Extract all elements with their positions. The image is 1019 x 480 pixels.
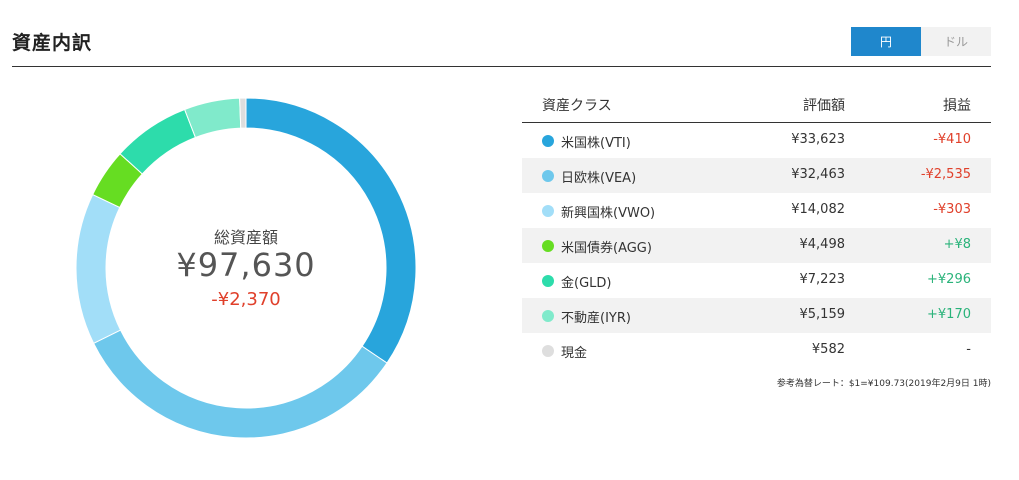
donut-center: 総資産額 ¥97,630 -¥2,370 [70, 92, 422, 444]
asset-value: ¥33,623 [791, 132, 845, 147]
asset-value: ¥32,463 [791, 167, 845, 182]
table-body: 米国株(VTI) ¥33,623 -¥410 日欧株(VEA) ¥32,463 -¥2,5… [522, 123, 991, 368]
table-row: 新興国株(VWO) ¥14,082 -¥303 [522, 193, 991, 228]
asset-value: ¥5,159 [799, 307, 846, 322]
asset-donut-chart: 総資産額 ¥97,630 -¥2,370 [70, 92, 422, 444]
asset-pl: -¥2,535 [920, 167, 971, 182]
table-row: 金(GLD) ¥7,223 +¥296 [522, 263, 991, 298]
asset-name: 米国債券(AGG) [561, 241, 652, 256]
header-pl: 損益 [943, 98, 971, 114]
asset-name: 現金 [561, 346, 588, 361]
legend-dot [542, 275, 554, 287]
asset-pl: +¥296 [927, 272, 971, 287]
table-row: 米国債券(AGG) ¥4,498 +¥8 [522, 228, 991, 263]
asset-pl: -¥303 [933, 202, 971, 217]
header-asset-class: 資産クラス [542, 98, 612, 114]
asset-value: ¥7,223 [799, 272, 846, 287]
asset-value: ¥14,082 [791, 202, 845, 217]
legend-dot [542, 135, 554, 147]
page-title: 資産内訳 [12, 32, 93, 54]
currency-toggle[interactable]: 円 ドル [851, 27, 991, 56]
table-row: 現金 ¥582 - [522, 333, 991, 368]
legend-dot [542, 345, 554, 357]
asset-pl: +¥170 [927, 307, 971, 322]
total-change-value: -¥2,370 [211, 289, 281, 310]
legend-dot [542, 170, 554, 182]
table-row: 日欧株(VEA) ¥32,463 -¥2,535 [522, 158, 991, 193]
asset-pl: +¥8 [943, 237, 971, 252]
asset-value: ¥582 [811, 342, 845, 357]
asset-name: 米国株(VTI) [561, 136, 631, 151]
asset-pl: - [966, 342, 971, 357]
header-value: 評価額 [803, 98, 845, 114]
asset-pl: -¥410 [933, 132, 971, 147]
asset-name: 金(GLD) [561, 276, 612, 291]
legend-dot [542, 310, 554, 322]
asset-name: 新興国株(VWO) [561, 206, 656, 221]
yen-toggle-button[interactable]: 円 [851, 27, 921, 56]
page-header: 資産内訳 円 ドル [12, 0, 991, 67]
asset-table: 資産クラス 評価額 損益 米国株(VTI) ¥33,623 -¥410 日欧株(VEA… [522, 86, 991, 389]
asset-name: 不動産(IYR) [561, 311, 631, 326]
table-row: 米国株(VTI) ¥33,623 -¥410 [522, 123, 991, 158]
total-assets-value: ¥97,630 [176, 246, 316, 284]
dollar-toggle-button[interactable]: ドル [921, 27, 991, 56]
table-header: 資産クラス 評価額 損益 [522, 86, 991, 123]
asset-name: 日欧株(VEA) [561, 171, 637, 186]
asset-value: ¥4,498 [799, 237, 846, 252]
exchange-rate-note: 参考為替レート：$1=¥109.73(2019年2月9日 1時) [776, 379, 991, 389]
legend-dot [542, 205, 554, 217]
legend-dot [542, 240, 554, 252]
table-row: 不動産(IYR) ¥5,159 +¥170 [522, 298, 991, 333]
total-assets-label: 総資産額 [213, 228, 278, 247]
